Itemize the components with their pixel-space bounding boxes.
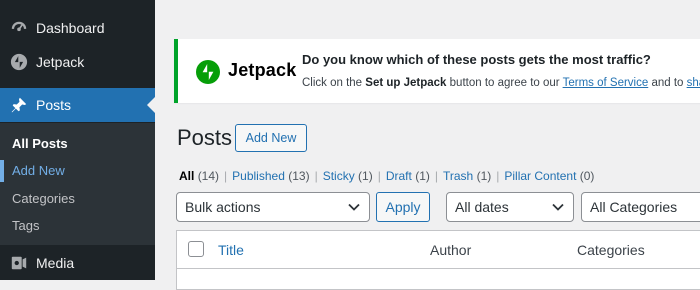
submenu-item-all-posts[interactable]: All Posts <box>12 136 68 151</box>
terms-of-service-link[interactable]: Terms of Service <box>563 77 649 89</box>
notice-text-part: and to <box>648 77 687 89</box>
posts-table: Title Author Categories <box>176 230 700 290</box>
date-filter-value: All dates <box>455 199 509 215</box>
sidebar-item-label: Jetpack <box>36 54 85 70</box>
sidebar-item-media[interactable]: Media <box>0 246 155 280</box>
date-filter-select[interactable]: All dates <box>446 192 574 222</box>
column-title[interactable]: Title <box>218 242 244 258</box>
notice-bold-text: Set up Jetpack <box>365 77 447 89</box>
notice-text-part: Click on the <box>302 77 366 89</box>
bulk-actions-select[interactable]: Bulk actions <box>176 192 370 222</box>
view-count: (14) <box>197 169 220 183</box>
sidebar-item-posts[interactable]: Posts <box>0 88 155 122</box>
submenu-item-categories[interactable]: Categories <box>12 191 75 206</box>
view-trash[interactable]: Trash <box>443 169 473 183</box>
dashboard-icon <box>9 18 29 38</box>
view-count: (1) <box>476 169 492 183</box>
view-count: (1) <box>415 169 430 183</box>
jetpack-notice: Jetpack Do you know which of these posts… <box>174 39 700 103</box>
view-draft[interactable]: Draft <box>386 169 412 183</box>
sidebar-item-label: Dashboard <box>36 20 105 36</box>
pin-icon <box>9 95 29 115</box>
sidebar-item-dashboard[interactable]: Dashboard <box>0 11 155 45</box>
category-filter-select[interactable]: All Categories <box>581 192 700 222</box>
table-header-divider <box>177 268 700 269</box>
view-count: (13) <box>288 169 310 183</box>
select-all-checkbox[interactable] <box>188 241 204 257</box>
bulk-actions-value: Bulk actions <box>185 199 261 215</box>
share-link[interactable]: sha <box>687 77 700 89</box>
sidebar-item-jetpack[interactable]: Jetpack <box>0 45 155 79</box>
jetpack-icon <box>9 52 29 72</box>
sidebar-item-label: Posts <box>36 97 72 113</box>
notice-title: Do you know which of these posts gets th… <box>302 52 651 67</box>
view-all[interactable]: All <box>179 169 194 183</box>
page-title: Posts <box>177 125 233 150</box>
notice-text-part: button to agree to our <box>446 77 563 89</box>
submenu-item-tags[interactable]: Tags <box>12 218 39 233</box>
media-icon <box>9 253 29 273</box>
view-count: (1) <box>358 169 373 183</box>
posts-submenu: All Posts Add New Categories Tags <box>0 123 155 245</box>
apply-button[interactable]: Apply <box>376 192 430 222</box>
chevron-down-icon <box>552 193 564 221</box>
jetpack-logo-icon <box>196 60 220 84</box>
view-published[interactable]: Published <box>232 169 285 183</box>
column-categories: Categories <box>577 242 645 258</box>
view-sticky[interactable]: Sticky <box>323 169 355 183</box>
view-pillar-content[interactable]: Pillar Content <box>504 169 576 183</box>
chevron-down-icon <box>348 193 360 221</box>
post-status-views: All (14) | Published (13) | Sticky (1) | Draft… <box>179 169 595 183</box>
notice-text: Click on the Set up Jetpack button to ag… <box>302 77 700 89</box>
add-new-button[interactable]: Add New <box>235 124 307 152</box>
column-author: Author <box>430 242 472 258</box>
category-filter-value: All Categories <box>590 199 678 215</box>
sidebar-item-label: Media <box>36 255 75 271</box>
admin-sidebar: Dashboard Jetpack Posts All Posts Add Ne… <box>0 0 155 280</box>
view-count: (0) <box>579 169 595 183</box>
jetpack-brand: Jetpack <box>228 60 297 80</box>
submenu-item-add-new[interactable]: Add New <box>12 163 65 178</box>
submenu-hover-marker <box>0 160 4 182</box>
